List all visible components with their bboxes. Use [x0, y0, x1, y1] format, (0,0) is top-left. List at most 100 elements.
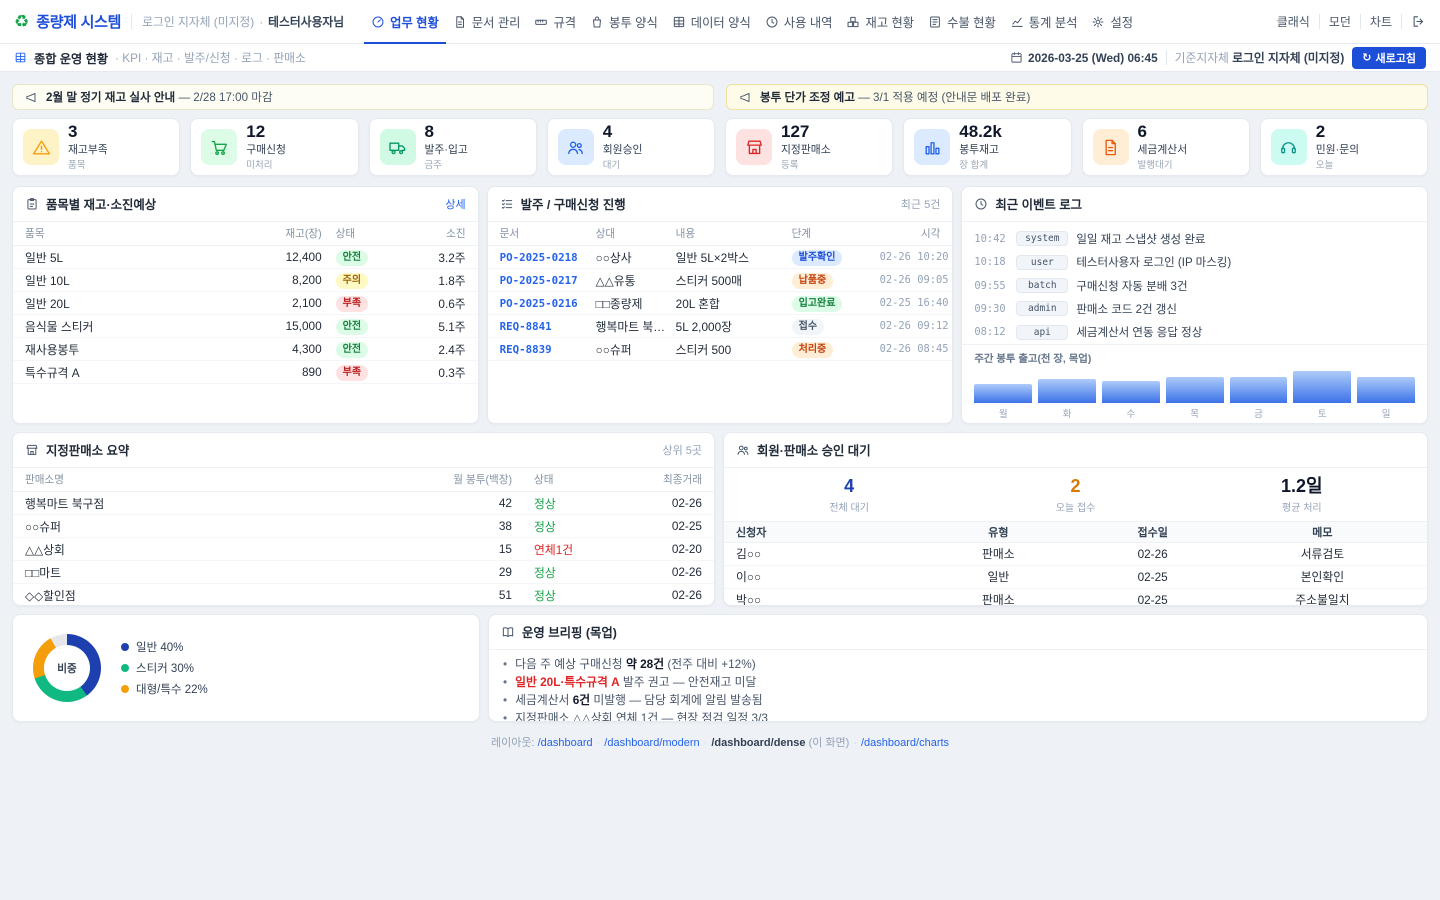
stock-weeks: 2.4주 [410, 341, 466, 358]
kpi-designated-sellers: 127지정판매소등록 [725, 118, 893, 176]
footer-link-modern[interactable]: /dashboard/modern [604, 737, 699, 749]
panel-header: 지정판매소 요약 상위 5곳 [13, 433, 714, 468]
applicant-memo: 주소불일치 [1230, 591, 1415, 606]
table-row: PO-2025-0218○○상사일반 5L×2박스발주확인02-26 10:20 [488, 246, 953, 269]
footer-link-charts[interactable]: /dashboard/charts [861, 737, 949, 749]
subbar-right: 2026-03-25 (Wed) 06:45 기준지자체 로그인 지자체 (미지… [1010, 47, 1426, 69]
divider [1319, 14, 1320, 29]
people-icon [736, 443, 750, 457]
stock-weeks: 0.6주 [410, 295, 466, 312]
book-icon [501, 625, 515, 639]
mode-chart-link[interactable]: 차트 [1370, 13, 1392, 30]
event-message: 세금계산서 연동 응답 정상 [1076, 324, 1202, 340]
nav-usage-history[interactable]: 사용 내역 [758, 0, 840, 44]
panel-title: 최근 이벤트 로그 [995, 195, 1082, 213]
status-badge: 안전 [336, 250, 368, 266]
order-doc-link[interactable]: PO-2025-0216 [500, 297, 596, 310]
applicant-date: 02-25 [1076, 593, 1230, 606]
mode-modern-link[interactable]: 모던 [1329, 13, 1351, 30]
nav-work-status[interactable]: 업무 현황 [364, 0, 446, 44]
event-row: 09:55batch구매신청 자동 분배 3건 [962, 274, 1427, 297]
stock-qty: 2,100 [242, 296, 322, 310]
megaphone-icon [739, 91, 752, 104]
seller-name: ◇◇할인점 [25, 587, 432, 604]
document-icon [453, 15, 467, 29]
logout-button[interactable] [1411, 14, 1426, 29]
stock-weeks: 3.2주 [410, 249, 466, 266]
recycle-logo-icon: ♻ [14, 13, 29, 30]
footer-current-layout: /dashboard/dense [711, 737, 805, 749]
truck-icon [380, 129, 416, 165]
nav-document-mgmt[interactable]: 문서 관리 [446, 0, 528, 44]
table-icon [672, 15, 686, 29]
clock-icon [974, 197, 988, 211]
table-row: 일반 10L8,200주의1.8주 [13, 269, 478, 292]
kpi-inquiries: 2민원·문의오늘 [1260, 118, 1428, 176]
nav-receipt-status[interactable]: 수불 현황 [921, 0, 1003, 44]
stock-item: 일반 20L [25, 295, 242, 312]
weekly-bar-label: 토 [1293, 406, 1351, 420]
footer-link-dashboard[interactable]: /dashboard [538, 737, 593, 749]
warning-icon [23, 129, 59, 165]
order-doc-link[interactable]: REQ-8841 [500, 320, 596, 333]
order-party: ○○상사 [596, 249, 676, 266]
event-tag: user [1016, 255, 1068, 270]
table-row: PO-2025-0216□□종량제20L 혼합입고완료02-25 16:40 [488, 292, 953, 315]
nav-bag-forms[interactable]: 봉투 양식 [583, 0, 665, 44]
status-badge: 안전 [336, 342, 368, 358]
calendar-icon [1010, 51, 1023, 64]
logout-icon [1411, 14, 1426, 29]
table-row: 박○○판매소02-25주소불일치 [724, 589, 1427, 606]
stock-item: 재사용봉투 [25, 341, 242, 358]
legend-dot [121, 643, 129, 651]
panel-header: 회원·판매소 승인 대기 [724, 433, 1427, 468]
nav-specs[interactable]: 규격 [527, 0, 583, 44]
divider [1401, 14, 1402, 29]
app-brand[interactable]: ♻ 종량제 시스템 [14, 11, 121, 32]
kpi-bag-inventory: 48.2k봉투재고장 합계 [903, 118, 1071, 176]
stage-badge: 처리중 [792, 342, 834, 358]
stat-avg-processing: 1.2일평균 처리 [1189, 477, 1415, 514]
order-desc: 스티커 500 [676, 341, 792, 358]
order-doc-link[interactable]: REQ-8839 [500, 343, 596, 356]
applicant-type: 판매소 [921, 545, 1075, 562]
stat-today-received: 2오늘 접수 [962, 477, 1188, 514]
clipboard-icon [25, 197, 39, 211]
event-message: 판매소 코드 2건 갱신 [1076, 301, 1177, 317]
table-row: 일반 5L12,400안전3.2주 [13, 246, 478, 269]
ledger-icon [928, 15, 942, 29]
event-time: 08:12 [974, 326, 1008, 338]
applicant-date: 02-25 [1076, 570, 1230, 584]
nav-settings[interactable]: 설정 [1084, 0, 1140, 44]
table-header: 품목 재고(장) 상태 소진 [13, 222, 478, 246]
nav-inventory-status[interactable]: 재고 현황 [839, 0, 921, 44]
event-row: 08:12api세금계산서 연동 응답 정상 [962, 321, 1427, 344]
stock-qty: 8,200 [242, 273, 322, 287]
nav-statistics[interactable]: 통계 분석 [1003, 0, 1085, 44]
mode-classic-link[interactable]: 클래식 [1277, 13, 1310, 30]
announcement-banner: 봉투 단가 조정 예고 — 3/1 적용 예정 (안내문 배포 완료) [726, 84, 1428, 110]
refresh-icon: ↻ [1362, 51, 1371, 64]
stock-detail-link[interactable]: 상세 [445, 196, 465, 212]
seller-name: □□마트 [25, 564, 432, 581]
megaphone-icon [25, 91, 38, 104]
order-doc-link[interactable]: PO-2025-0217 [500, 274, 596, 287]
context-org: 로그인 지자체 (미지정) [142, 13, 254, 30]
seller-status: 정상 [534, 589, 556, 603]
weekly-bar-label: 금 [1230, 406, 1288, 420]
order-time: 02-26 08:45 [880, 343, 949, 355]
orders-panel: 발주 / 구매신청 진행 최근 5건 문서 상대 내용 단계 시각 PO-202… [487, 186, 954, 424]
refresh-button[interactable]: ↻ 새로고침 [1352, 47, 1426, 69]
table-header: 신청자 유형 접수일 메모 [724, 521, 1427, 543]
event-time: 10:18 [974, 256, 1008, 268]
applicant-date: 02-26 [1076, 547, 1230, 561]
bag-icon [590, 15, 604, 29]
cart-icon [201, 129, 237, 165]
stage-badge: 발주확인 [792, 250, 843, 266]
kpi-low-stock: 3재고부족품목 [12, 118, 180, 176]
table-row: REQ-8841행복마트 북…5L 2,000장접수02-26 09:12 [488, 315, 953, 338]
panel-header: 발주 / 구매신청 진행 최근 5건 [488, 187, 953, 222]
applicant-name: 김○○ [736, 545, 921, 562]
nav-data-forms[interactable]: 데이터 양식 [665, 0, 758, 44]
order-doc-link[interactable]: PO-2025-0218 [500, 251, 596, 264]
